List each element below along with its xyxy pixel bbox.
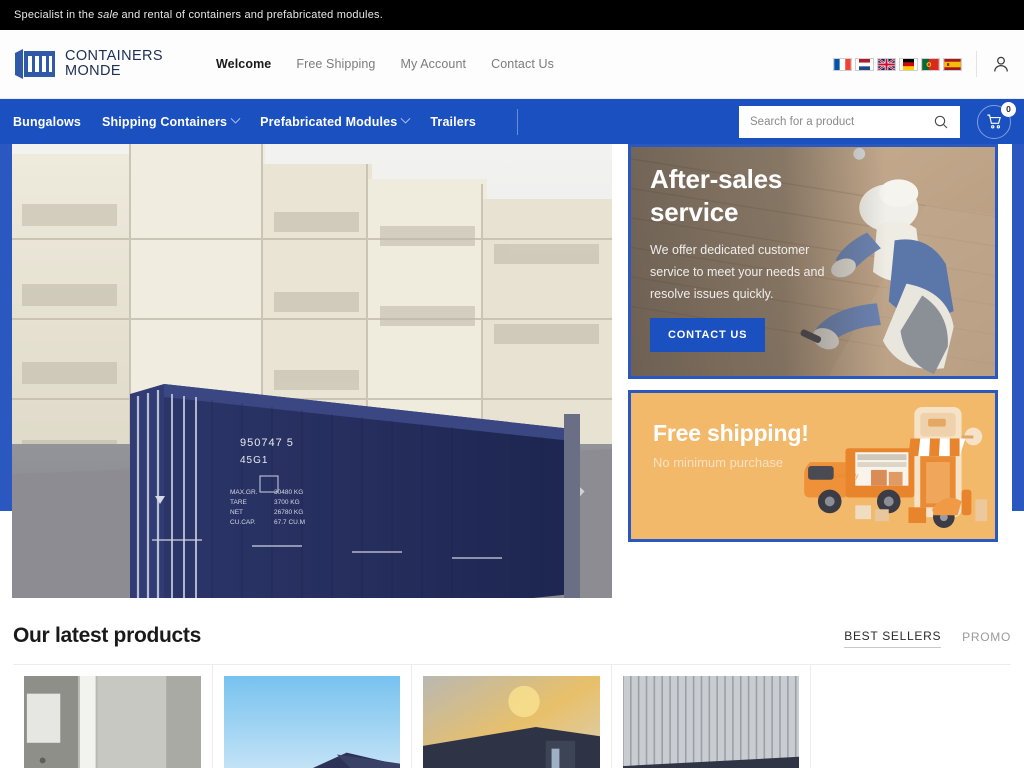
nav-item-bungalows-label: Bungalows: [13, 114, 82, 129]
after-sales-description: We offer dedicated customer service to m…: [650, 243, 825, 301]
announcement-bar: Specialist in the sale and rental of con…: [0, 0, 1024, 30]
cart-count-badge: 0: [1001, 101, 1016, 117]
hero-right-accent-bar: [1012, 144, 1024, 511]
hero-carousel-image[interactable]: 950747 5 45G1 MAX.GR. TARE NET CU.CAP. 304…: [12, 144, 612, 598]
logo-line-1: CONTAINERS: [65, 47, 163, 64]
product-card[interactable]: [13, 665, 213, 768]
svg-text:MAX.GR.: MAX.GR.: [230, 489, 258, 496]
category-navbar: Bungalows Shipping Containers Prefabrica…: [0, 99, 1024, 144]
product-card[interactable]: [212, 665, 413, 768]
latest-products-tabs: BEST SELLERS PROMO: [844, 629, 1011, 648]
svg-text:950747 5: 950747 5: [240, 437, 294, 449]
flag-netherlands[interactable]: [855, 57, 874, 71]
header-utilities: [833, 51, 1011, 77]
product-image-container-interior: [24, 676, 201, 768]
svg-text:3700 KG: 3700 KG: [274, 499, 300, 506]
product-image-corrugated-cladding: [622, 676, 800, 768]
product-thumbnail: [423, 676, 600, 768]
tab-promo[interactable]: PROMO: [962, 630, 1011, 648]
user-account-icon[interactable]: [991, 54, 1011, 74]
shopping-cart-icon: [986, 114, 1001, 129]
latest-products-title: Our latest products: [13, 624, 201, 647]
announcement-text-after: and rental of containers and prefabricat…: [121, 9, 383, 21]
product-thumbnail: [223, 676, 401, 768]
header-divider: [976, 51, 977, 77]
latest-products-section: Our latest products BEST SELLERS PROMO: [0, 604, 1024, 768]
product-grid: [13, 664, 1011, 768]
header-nav-contact-us[interactable]: Contact Us: [491, 57, 554, 71]
logo-line-2: MONDE: [65, 63, 121, 79]
language-flag-selector: [833, 57, 962, 71]
search-icon[interactable]: [933, 114, 949, 130]
free-shipping-subtitle: No minimum purchase: [653, 455, 784, 470]
nav-item-bungalows[interactable]: Bungalows: [13, 115, 81, 129]
chevron-down-icon: [400, 113, 411, 124]
nav-separator: [517, 108, 519, 135]
tab-best-sellers[interactable]: BEST SELLERS: [844, 629, 942, 648]
header-nav: Welcome Free Shipping My Account Contact…: [216, 57, 554, 71]
hero-side-column: After-sales service We offer dedicated c…: [628, 144, 998, 542]
product-card[interactable]: [811, 665, 1011, 768]
nav-item-prefabricated-modules-label: Prefabricated Modules: [260, 114, 398, 129]
hero-image-blue-container: 950747 5 45G1 MAX.GR.TARE NETCU.CAP. 304…: [12, 144, 612, 598]
after-sales-title: After-sales service: [650, 164, 783, 228]
svg-text:45G1: 45G1: [240, 455, 268, 466]
svg-text:CU.CAP.: CU.CAP.: [230, 519, 256, 526]
product-thumbnail: [822, 676, 1000, 768]
svg-text:NET: NET: [230, 509, 243, 516]
flag-germany[interactable]: [899, 57, 918, 71]
search-box[interactable]: [739, 105, 960, 138]
announcement-text-emphasis: sale: [97, 9, 119, 21]
nav-item-shipping-containers-label: Shipping Containers: [102, 114, 228, 129]
hero-left-accent-bar: [0, 144, 12, 511]
product-thumbnail: [24, 676, 201, 768]
announcement-text-before: Specialist in the: [14, 9, 95, 21]
product-image-modular-building-sunset: [423, 676, 600, 768]
free-shipping-card[interactable]: Delivery Free shipping! No minimum purch…: [628, 390, 998, 542]
nav-item-prefabricated-modules[interactable]: Prefabricated Modules: [260, 113, 411, 129]
svg-text:26780 KG: 26780 KG: [274, 509, 303, 516]
chevron-down-icon: [230, 113, 241, 124]
nav-item-trailers[interactable]: Trailers: [430, 115, 476, 129]
product-card[interactable]: [412, 665, 612, 768]
nav-item-trailers-label: Trailers: [430, 114, 477, 129]
container-logo-icon: [15, 49, 55, 79]
after-sales-service-card[interactable]: After-sales service We offer dedicated c…: [628, 144, 998, 379]
nav-item-shipping-containers[interactable]: Shipping Containers: [102, 113, 241, 129]
site-header: CONTAINERS MONDE Welcome Free Shipping M…: [0, 30, 1024, 99]
search-input[interactable]: [750, 115, 927, 128]
product-image-container-blue-sky: [223, 676, 401, 768]
latest-products-header: Our latest products BEST SELLERS PROMO: [13, 604, 1011, 664]
header-nav-my-account[interactable]: My Account: [401, 57, 467, 71]
flag-portugal[interactable]: [921, 57, 940, 71]
category-nav-links: Bungalows Shipping Containers Prefabrica…: [13, 108, 519, 135]
svg-text:67.7 CU.M: 67.7 CU.M: [274, 519, 305, 526]
navbar-right-tools: 0: [739, 101, 1016, 139]
header-nav-free-shipping[interactable]: Free Shipping: [296, 57, 375, 71]
flag-spain[interactable]: [943, 57, 962, 71]
free-shipping-title: Free shipping!: [653, 420, 809, 446]
flag-france[interactable]: [833, 57, 852, 71]
product-card[interactable]: [611, 665, 812, 768]
header-nav-welcome[interactable]: Welcome: [216, 57, 271, 71]
after-sales-content: After-sales service We offer dedicated c…: [631, 147, 995, 368]
cart-button[interactable]: 0: [977, 101, 1016, 139]
flag-united-kingdom[interactable]: [877, 57, 896, 71]
logo-wordmark: CONTAINERS MONDE: [65, 47, 163, 79]
hero-section: 950747 5 45G1 MAX.GR. TARE NET CU.CAP. 304…: [0, 144, 1024, 604]
product-thumbnail: [622, 676, 800, 768]
svg-text:TARE: TARE: [230, 499, 248, 506]
svg-text:Delivery: Delivery: [834, 473, 859, 480]
contact-us-button[interactable]: CONTACT US: [650, 317, 766, 352]
site-logo[interactable]: CONTAINERS MONDE: [13, 47, 163, 81]
